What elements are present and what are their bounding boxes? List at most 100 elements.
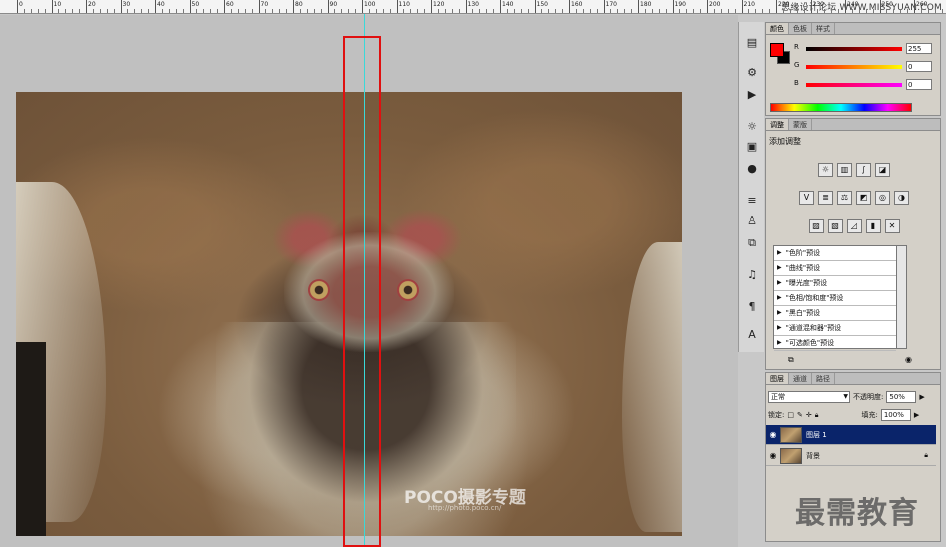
blue-slider[interactable] [806,83,902,87]
ruler-label: 190 [674,1,686,8]
visibility-eye-icon[interactable]: ◉ [766,451,780,460]
presets-scrollbar[interactable] [897,245,907,349]
ruler-minor-tick [410,9,412,13]
brush-settings-icon[interactable]: ⚙ [744,66,760,80]
black-white-icon[interactable]: ◩ [856,191,871,205]
preset-item[interactable]: ▶ "可选颜色"预设 [774,336,896,351]
blend-mode-select[interactable]: 正常 ▼ [768,391,850,403]
color-balance-icon[interactable]: ⚖ [837,191,852,205]
ruler-minor-tick [858,9,860,13]
preset-item[interactable]: ▶ "曝光度"预设 [774,276,896,291]
ruler-tick [741,0,743,13]
tab-swatches[interactable]: 色板 [789,23,812,34]
red-value-input[interactable]: 255 [906,43,932,54]
rooster-wing-right [622,242,682,532]
visibility-eye-icon[interactable]: ◉ [766,430,780,439]
top-ruler[interactable]: 思缘设计论坛 WWW.MISSYUAN.COM 0 10 20 30 40 50 60 70 8… [0,0,946,14]
ruler-label: 50 [191,1,200,8]
tab-layers[interactable]: 图层 [766,373,789,384]
green-slider[interactable] [806,65,902,69]
expand-triangle-icon[interactable]: ▶ [777,246,782,260]
preset-item[interactable]: ▶ "通道混和器"预设 [774,321,896,336]
photo-filter-icon[interactable]: ◎ [875,191,890,205]
invert-icon[interactable]: ▨ [808,219,824,233]
levels-icon[interactable]: ▥ [837,163,852,177]
exposure-icon[interactable]: ◪ [875,163,890,177]
poco-url: http://photo.poco.cn/ [428,504,502,512]
lock-position-icon[interactable]: ✛ [806,411,812,419]
threshold-icon[interactable]: ◿ [846,219,862,233]
tab-color[interactable]: 颜色 [766,23,789,34]
ruler-tick [914,0,915,13]
preset-item[interactable]: ▶ "色相/饱和度"预设 [774,291,896,306]
selective-color-icon[interactable]: ✕ [884,219,900,233]
adjust-icon[interactable]: ▣ [744,140,760,154]
ruler-label: 40 [157,1,165,8]
gradient-map-icon[interactable]: ▮ [865,219,881,233]
character-icon[interactable]: A [744,328,760,342]
posterize-icon[interactable]: ▧ [827,219,843,233]
lock-transparency-icon[interactable]: □ [787,411,794,419]
fill-arrow-icon[interactable]: ▶ [914,411,919,419]
ruler-minor-tick [58,9,60,13]
sun-icon[interactable]: ☼ [744,120,760,134]
lock-pixels-icon[interactable]: ✎ [797,411,803,419]
info-icon[interactable]: ● [744,162,760,176]
ruler-minor-tick [210,9,212,13]
play-icon[interactable]: ▶ [744,88,760,102]
green-value-input[interactable]: 0 [906,61,932,72]
ruler-label: 10 [53,1,62,8]
hue-saturation-icon[interactable]: ≣ [818,191,833,205]
opacity-input[interactable]: 50% [886,391,917,403]
stamp-icon[interactable]: ♙ [744,214,760,228]
expand-triangle-icon[interactable]: ▶ [777,306,782,320]
panel-menu-icon[interactable]: ◉ [905,355,912,364]
preset-item[interactable]: ▶ "色阶"预设 [774,246,896,261]
tab-paths[interactable]: 路径 [812,373,835,384]
vibrance-icon[interactable]: V [799,191,814,205]
tab-masks[interactable]: 蒙版 [789,119,812,130]
layer-row[interactable]: ◉ 图层 1 [766,425,936,445]
fill-input[interactable]: 100% [880,409,911,421]
ruler-tick [879,0,881,13]
ruler-minor-tick [941,9,943,13]
ruler-minor-tick [803,9,805,13]
foreground-color-swatch[interactable] [770,43,784,57]
ruler-minor-tick [265,9,267,13]
palette-icon[interactable]: ▤ [744,36,760,50]
expand-triangle-icon[interactable]: ▶ [777,261,782,275]
ruler-tick [810,0,812,13]
ruler-tick [120,0,122,13]
adjustments-panel: 调整 蒙版 添加调整 ☼ ▥ ∫ ◪ V ≣ ⚖ ◩ ◎ ◑ ▨ ▧ ◿ ▮ ✕… [765,118,941,370]
layer-comp-icon[interactable]: ⧉ [744,236,760,250]
ruler-label: 80 [295,1,303,8]
clone-source-icon[interactable]: ♫ [744,268,760,282]
ruler-tick [672,0,674,13]
expand-triangle-icon[interactable]: ▶ [777,291,782,305]
preset-item[interactable]: ▶ "黑白"预设 [774,306,896,321]
tab-channels[interactable]: 通道 [789,373,812,384]
ruler-minor-tick [817,9,819,13]
ruler-minor-tick [148,9,150,13]
paragraph-icon[interactable]: ¶ [744,300,760,314]
layer-name: 图层 1 [806,430,827,439]
expand-triangle-icon[interactable]: ▶ [777,276,782,290]
ruler-minor-tick [713,9,715,13]
tab-styles[interactable]: 样式 [812,23,835,34]
color-spectrum-bar[interactable] [770,103,912,112]
expand-triangle-icon[interactable]: ▶ [777,336,782,350]
brush-icon[interactable]: ≡ [744,194,760,208]
opacity-arrow-icon[interactable]: ▶ [919,393,924,401]
red-slider[interactable] [806,47,902,51]
tab-adjustments[interactable]: 调整 [766,119,789,130]
brightness-icon[interactable]: ☼ [818,163,833,177]
channel-mixer-icon[interactable]: ◑ [894,191,909,205]
clip-icon[interactable]: ⧉ [788,355,794,365]
preset-item[interactable]: ▶ "曲线"预设 [774,261,896,276]
layer-row[interactable]: ◉ 背景 🔒︎ [766,446,936,466]
ruler-minor-tick [217,9,219,13]
blue-value-input[interactable]: 0 [906,79,932,90]
expand-triangle-icon[interactable]: ▶ [777,321,782,335]
lock-all-icon[interactable]: 🔒︎ [815,411,819,420]
curves-icon[interactable]: ∫ [856,163,871,177]
